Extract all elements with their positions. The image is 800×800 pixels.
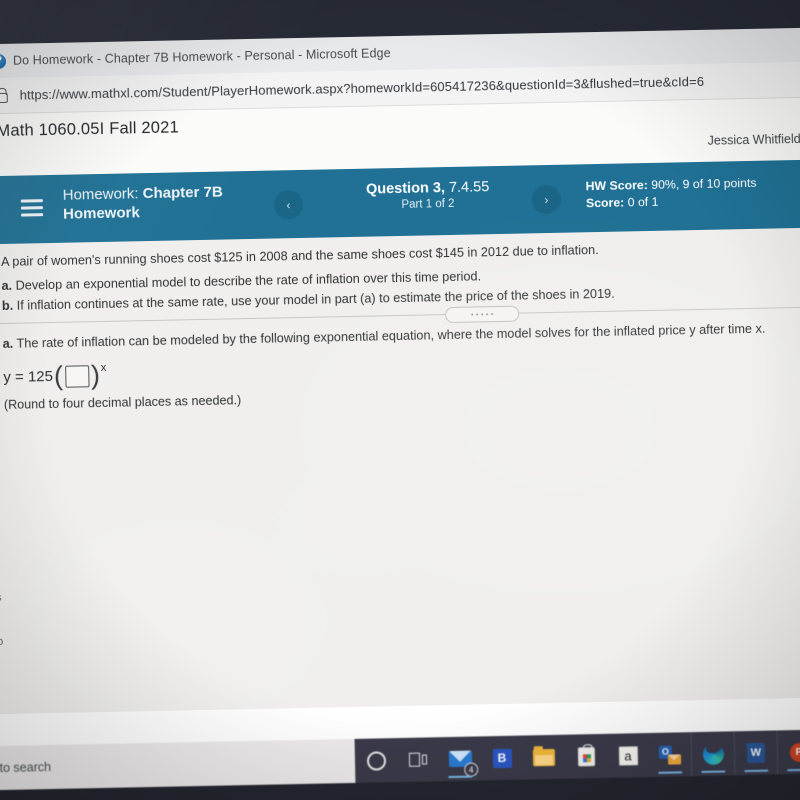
taskbar-search-box[interactable]: ere to search xyxy=(0,738,356,791)
homework-title-prefix: Homework: xyxy=(62,185,143,204)
browser-window: P Do Homework - Chapter 7B Homework - Pe… xyxy=(0,27,800,785)
amazon-letter: a xyxy=(618,745,638,766)
search-placeholder-text: ere to search xyxy=(0,760,52,776)
course-title: Math 1060.05I Fall 2021 xyxy=(0,118,180,141)
microsoft-store-icon[interactable] xyxy=(565,734,608,779)
pearson-favicon: P xyxy=(0,53,7,69)
part-a-label: a. xyxy=(1,278,13,293)
word-icon[interactable]: W xyxy=(733,730,778,776)
score-info: HW Score: 90%, 9 of 10 points Score: 0 o… xyxy=(585,175,757,212)
hw-score: HW Score: 90%, 9 of 10 points xyxy=(585,175,756,195)
task-view-icon[interactable] xyxy=(397,737,440,782)
url-text[interactable]: https://www.mathxl.com/Student/PlayerHom… xyxy=(20,74,705,103)
hw-score-value: 90%, 9 of 10 points xyxy=(647,175,757,193)
student-name: Jessica Whitfield xyxy=(707,131,800,148)
next-question-button[interactable]: › xyxy=(531,184,562,215)
photo-of-screen: P Do Homework - Chapter 7B Homework - Pe… xyxy=(0,0,800,800)
outlook-icon[interactable]: O xyxy=(649,732,692,777)
part-b-label: b. xyxy=(1,298,14,313)
formula-close-paren: ) xyxy=(90,360,101,391)
question-score-label: Score: xyxy=(585,195,625,211)
answer-input-box[interactable] xyxy=(64,364,90,388)
question-number-bold: Question 3, xyxy=(365,180,446,198)
cortana-icon[interactable] xyxy=(355,738,398,783)
window-title: Do Homework - Chapter 7B Homework - Pers… xyxy=(12,46,391,68)
blue-app-letter: B xyxy=(492,748,512,768)
splitter-grip-handle[interactable] xyxy=(445,305,520,324)
amazon-icon[interactable]: a xyxy=(607,733,650,778)
hw-score-label: HW Score: xyxy=(585,178,648,194)
taskbar-icon-tray: 4 B a O W P xyxy=(355,729,800,783)
chevron-left-icon: ‹ xyxy=(286,197,291,212)
edge-icon[interactable] xyxy=(690,731,735,777)
answer-prompt-label: a. xyxy=(2,336,14,351)
mail-icon[interactable]: 4 xyxy=(439,736,482,781)
homework-title: Homework: Chapter 7B Homework xyxy=(63,182,234,223)
powerpoint-letter: P xyxy=(789,742,800,762)
question-body: A pair of women's running shoes cost $12… xyxy=(0,227,800,715)
powerpoint-icon[interactable]: P xyxy=(776,729,800,775)
mail-unread-badge: 4 xyxy=(464,762,479,777)
formula-open-paren: ( xyxy=(53,360,64,391)
mathxl-page: Math 1060.05I Fall 2021 Jessica Whitfiel… xyxy=(0,97,800,785)
question-number-ref: 7.4.55 xyxy=(444,179,490,197)
blue-app-icon[interactable]: B xyxy=(481,736,524,781)
word-letter: W xyxy=(746,742,766,764)
hamburger-menu-icon[interactable] xyxy=(20,199,44,217)
file-explorer-icon[interactable] xyxy=(523,735,566,780)
answer-area: a. The rate of inflation can be modeled … xyxy=(2,318,800,412)
question-part: Part 1 of 2 xyxy=(401,197,455,211)
previous-question-button[interactable]: ‹ xyxy=(273,189,304,220)
chevron-right-icon: › xyxy=(544,192,549,207)
lock-icon xyxy=(0,87,8,103)
formula-exponent: x xyxy=(100,361,107,374)
formula-prefix: y = 125 xyxy=(3,367,54,386)
question-score: Score: 0 of 1 xyxy=(586,192,757,212)
question-info: Question 3, 7.4.55 Part 1 of 2 xyxy=(337,178,518,215)
question-score-value: 0 of 1 xyxy=(624,194,659,210)
